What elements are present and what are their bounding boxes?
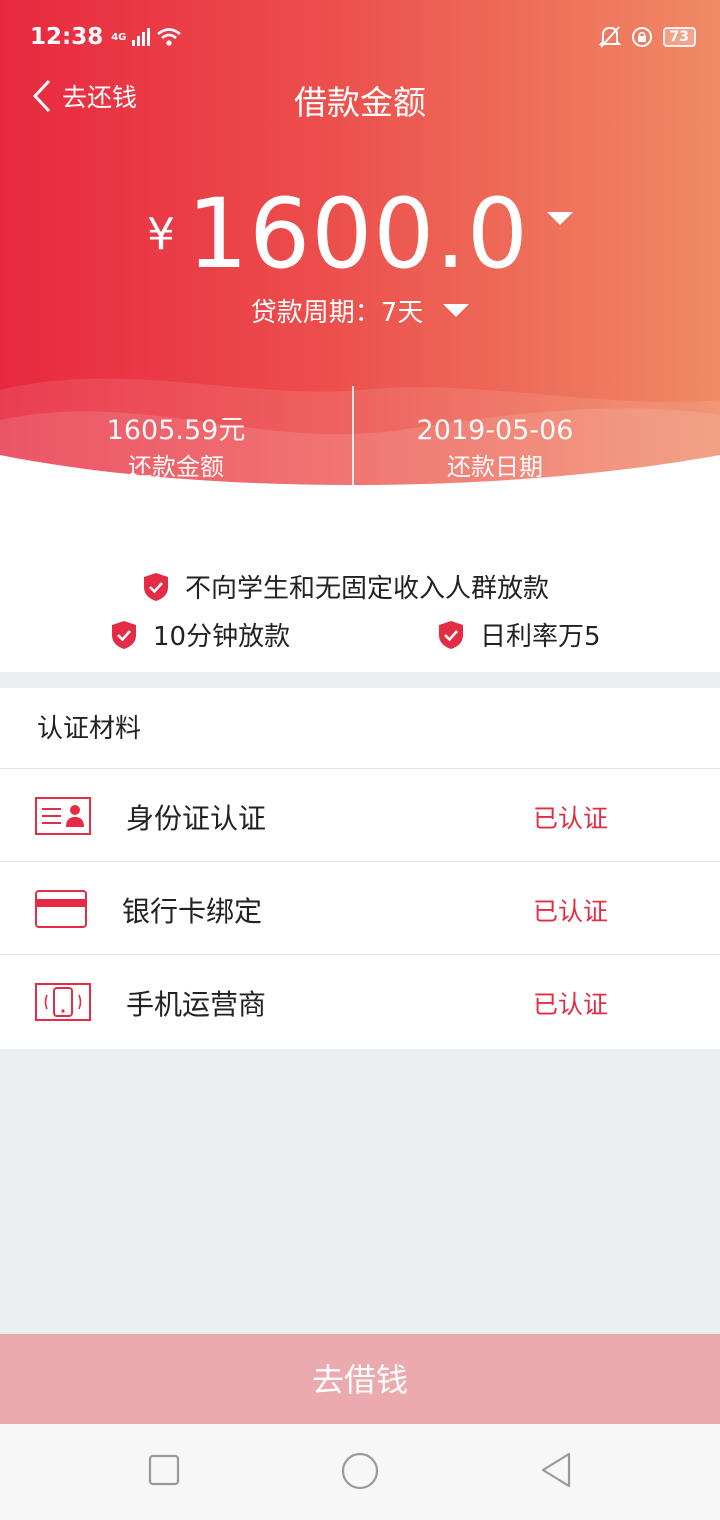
period-dropdown-icon[interactable]: [443, 304, 470, 317]
loan-amount-selector[interactable]: ¥1600.0: [0, 178, 720, 290]
repay-date-label: 还款日期: [447, 453, 543, 481]
repay-amount-label: 还款金额: [128, 453, 224, 481]
feature-item: 10分钟放款: [111, 616, 290, 653]
feature-item: 不向学生和无固定收入人群放款: [143, 568, 549, 605]
signal-indicator: 4G: [111, 27, 182, 47]
shield-check-icon: [144, 572, 168, 601]
verification-row-id-card[interactable]: 身份证认证 已认证: [0, 769, 720, 862]
repay-date: 2019-05-06: [416, 415, 574, 446]
system-nav-bar: [0, 1424, 720, 1520]
loan-period-selector[interactable]: 贷款周期：7天: [0, 292, 720, 329]
phone-icon: [35, 983, 91, 1021]
home-icon[interactable]: [341, 1452, 379, 1490]
feature-text: 10分钟放款: [153, 622, 291, 652]
feature-list: 不向学生和无固定收入人群放款 10分钟放款 日利率万5: [0, 500, 720, 672]
verification-label: 手机运营商: [126, 988, 267, 1021]
verification-status: 已认证: [533, 804, 609, 833]
section-title: 认证材料: [0, 688, 720, 769]
borrow-button[interactable]: 去借钱: [0, 1334, 720, 1424]
nav-bar: 去还钱 借款金额: [0, 72, 720, 128]
feature-item: 日利率万5: [438, 616, 601, 653]
verification-row-bank-card[interactable]: 银行卡绑定 已认证: [0, 862, 720, 955]
id-card-icon: [35, 797, 91, 835]
verification-label: 身份证认证: [126, 802, 267, 835]
loan-amount: 1600.0: [187, 178, 529, 290]
back-nav-icon[interactable]: [540, 1452, 572, 1488]
rotation-lock-icon: [631, 27, 652, 47]
amount-dropdown-icon[interactable]: [546, 212, 573, 225]
battery-indicator: 73: [662, 27, 696, 47]
status-bar: 12:38 4G 73: [30, 20, 696, 54]
feature-text: 不向学生和无固定收入人群放款: [185, 574, 550, 604]
mute-bell-icon: [598, 26, 621, 48]
repay-amount-block: 1605.59元 还款金额: [0, 412, 352, 484]
feature-text: 日利率万5: [480, 622, 601, 652]
repay-amount: 1605.59元: [106, 415, 246, 446]
wifi-icon: [157, 28, 182, 46]
signal-icon: [132, 28, 151, 46]
verification-card: 认证材料 身份证认证 已认证 银行卡绑定 已认证 手机运营商 已认证: [0, 688, 720, 1049]
loan-period: 贷款周期：7天: [250, 298, 424, 328]
network-type: 4G: [111, 31, 127, 43]
repay-date-block: 2019-05-06 还款日期: [354, 412, 636, 484]
back-label: 去还钱: [62, 83, 138, 112]
chevron-left-icon: [32, 79, 51, 113]
shield-check-icon: [112, 620, 136, 649]
verification-status: 已认证: [533, 897, 609, 926]
currency-symbol: ¥: [147, 209, 176, 260]
shield-check-icon: [439, 620, 463, 649]
verification-label: 银行卡绑定: [122, 895, 263, 928]
verification-status: 已认证: [533, 990, 609, 1019]
status-time: 12:38: [30, 24, 104, 50]
back-button[interactable]: 去还钱: [32, 78, 137, 114]
recent-apps-icon[interactable]: [148, 1454, 180, 1486]
verification-row-carrier[interactable]: 手机运营商 已认证: [0, 955, 720, 1049]
bank-card-icon: [35, 890, 87, 928]
